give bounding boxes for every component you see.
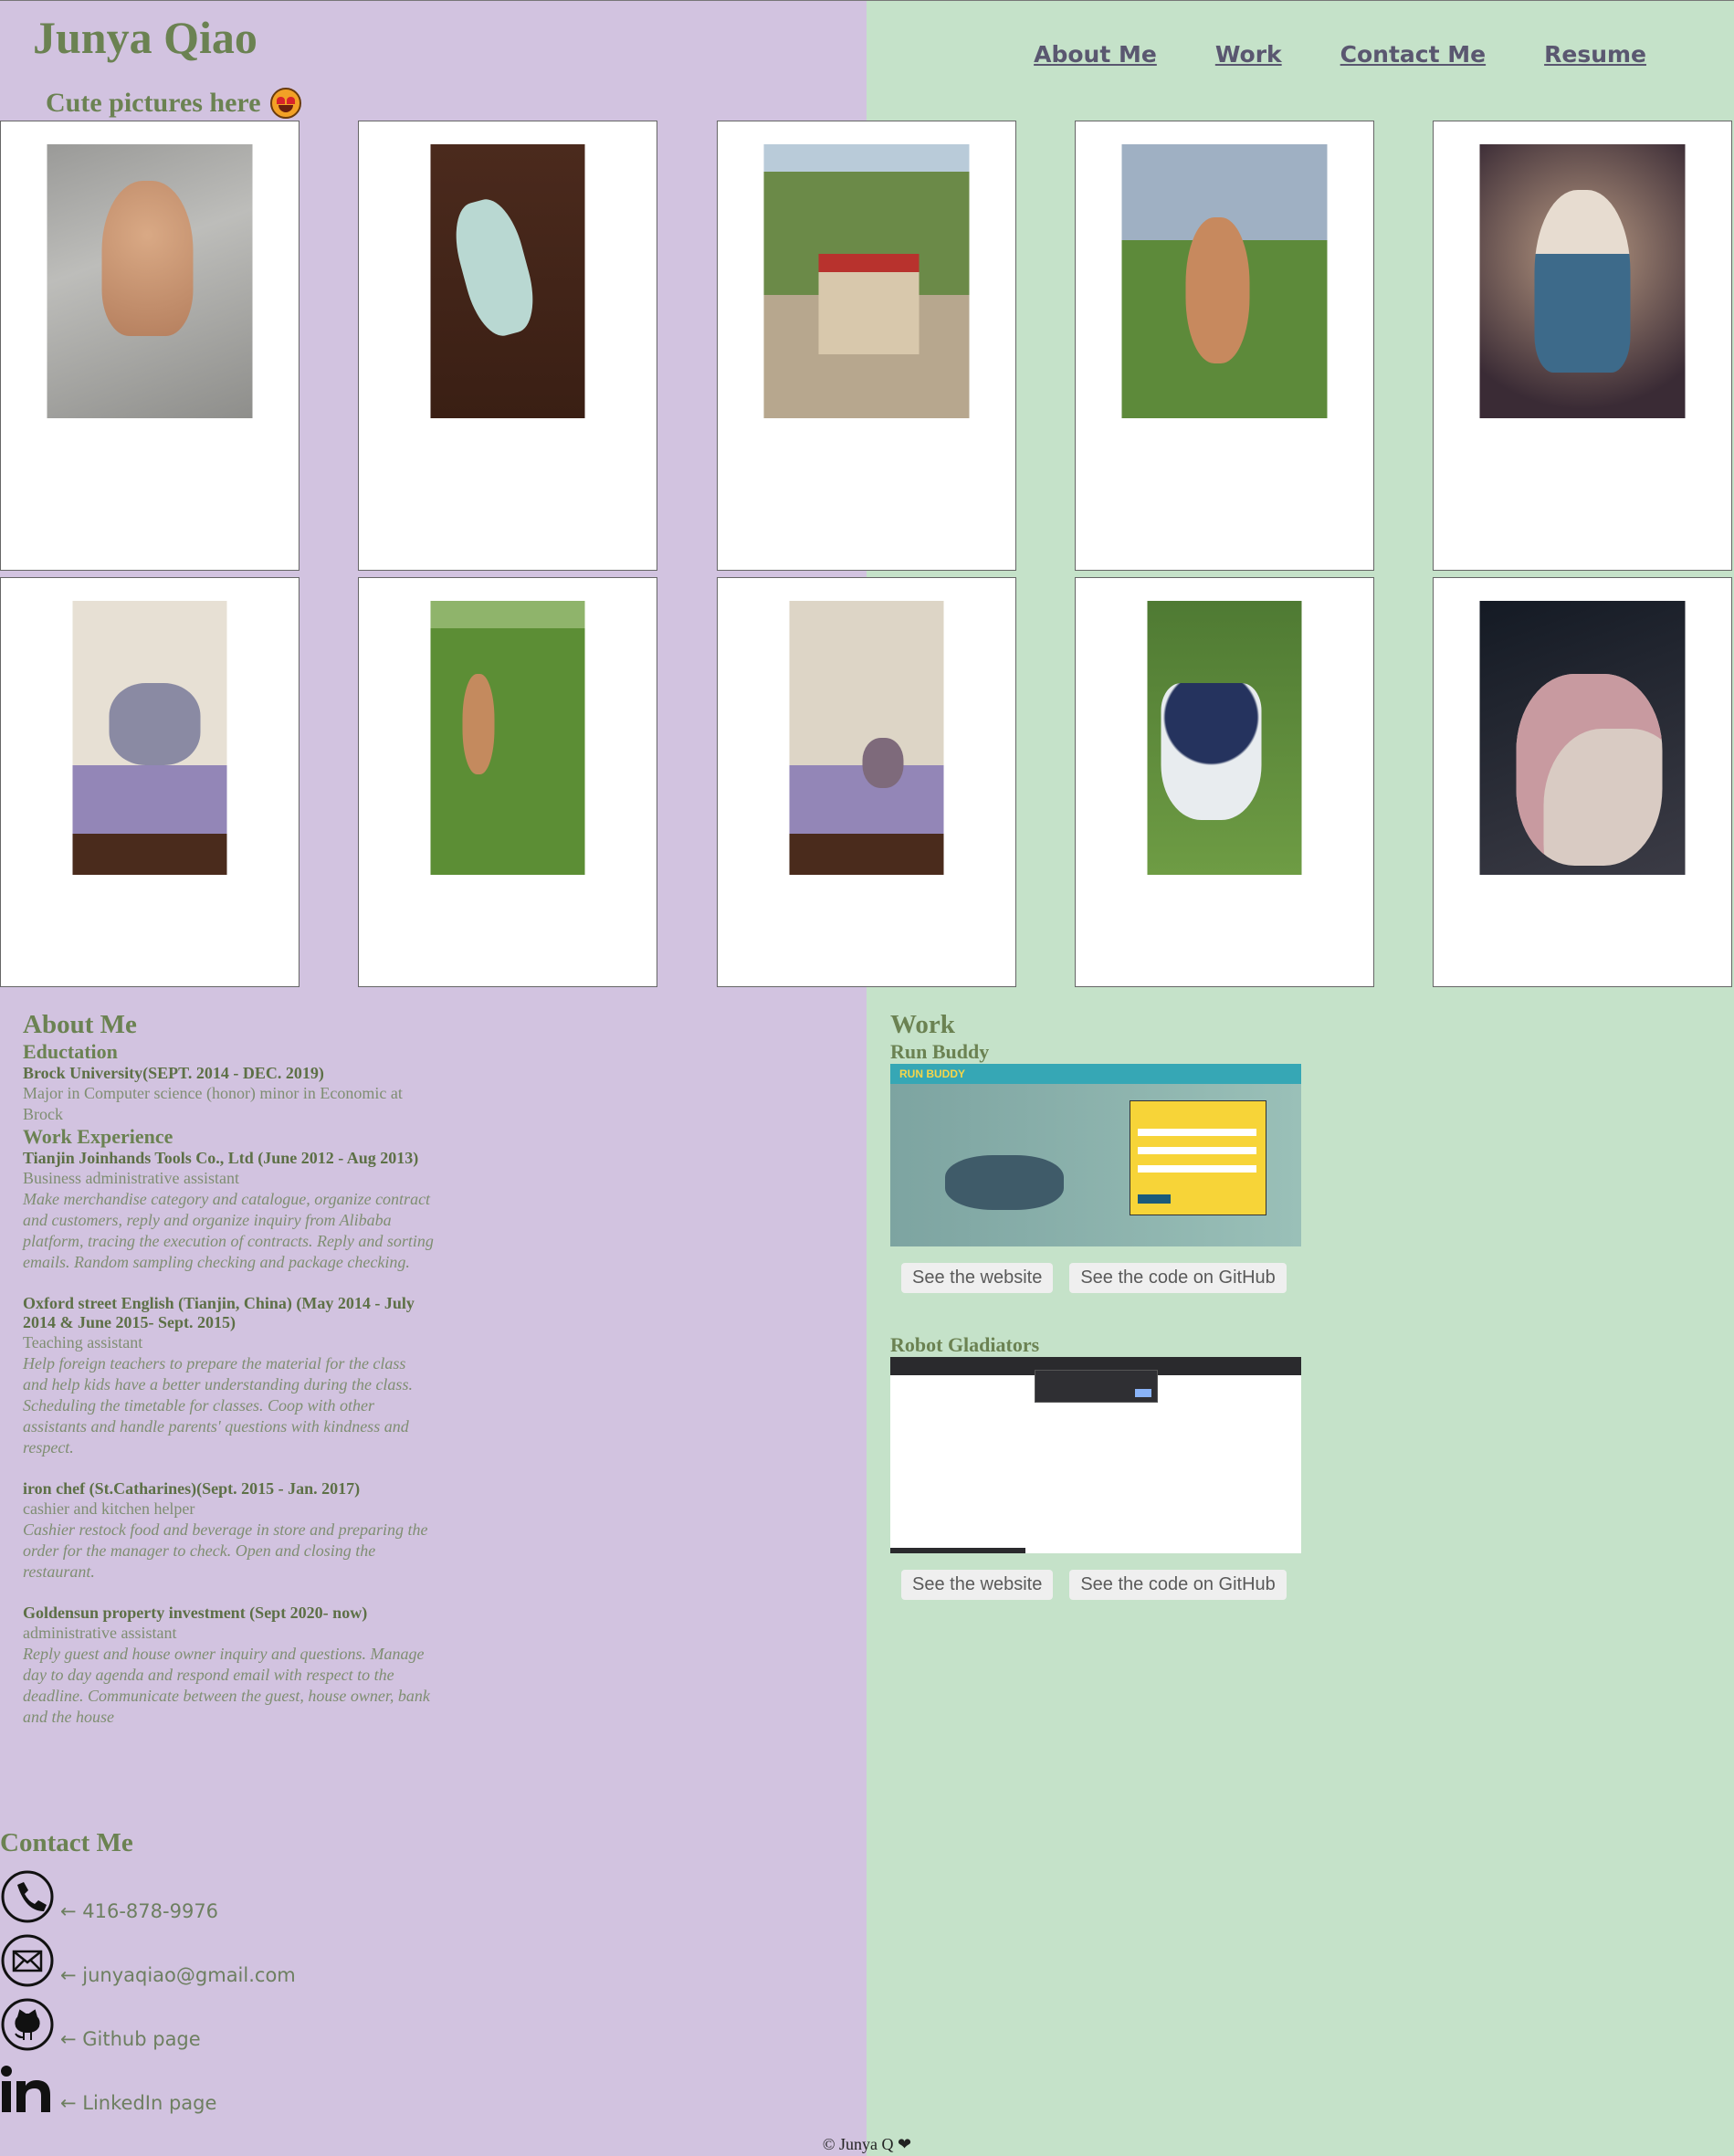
github-icon[interactable]	[0, 1997, 55, 2052]
console-bar-icon	[890, 1548, 1025, 1553]
project-title-run-buddy: Run Buddy	[890, 1040, 990, 1063]
job-role: administrative assistant	[23, 1624, 177, 1642]
job-description: Help foreign teachers to prepare the mat…	[23, 1354, 413, 1457]
gallery-card	[0, 121, 300, 571]
signup-form-preview-icon	[1130, 1100, 1266, 1215]
project-title-robot-gladiators: Robot Gladiators	[890, 1333, 1040, 1356]
nav-about-me[interactable]: About Me	[1034, 41, 1157, 68]
top-border	[0, 0, 1734, 1]
cat-sweater-photo-icon	[430, 144, 585, 418]
dog-park-photo-icon	[430, 601, 585, 875]
gallery-heading: Cute pictures here	[46, 88, 301, 119]
contact-email[interactable]: ← junyaqiao@gmail.com	[0, 1931, 365, 1988]
contact-section: Contact Me ← 416-878-9976 ← junyaqiao@gm…	[0, 1828, 365, 2123]
footer: © Junya Q ❤	[822, 2135, 912, 2153]
alert-dialog-icon	[1035, 1370, 1158, 1403]
gallery-card	[717, 577, 1016, 987]
strawberry-box-photo-icon	[763, 144, 970, 418]
run-buddy-github-button[interactable]: See the code on GitHub	[1069, 1263, 1287, 1293]
job-description: Reply guest and house owner inquiry and …	[23, 1645, 430, 1726]
hairless-cat-photo-icon	[72, 601, 227, 875]
heart-eyes-emoji-icon	[269, 88, 301, 119]
job-entry: Tianjin Joinhands Tools Co., Ltd (June 2…	[23, 1149, 434, 1273]
work-experience-heading: Work Experience	[23, 1125, 173, 1148]
job-title: Tianjin Joinhands Tools Co., Ltd (June 2…	[23, 1149, 419, 1167]
linkedin-icon[interactable]	[0, 2061, 55, 2116]
education-heading: Eductation	[23, 1040, 118, 1063]
nav-work[interactable]: Work	[1215, 41, 1282, 68]
gallery-card	[1075, 121, 1374, 571]
robot-gladiators-website-button[interactable]: See the website	[901, 1570, 1054, 1600]
job-description: Make merchandise category and catalogue,…	[23, 1190, 434, 1271]
major-text: Major in Computer science (honor) minor …	[23, 1084, 403, 1123]
job-title: Goldensun property investment (Sept 2020…	[23, 1604, 368, 1622]
gallery-heading-text: Cute pictures here	[46, 88, 261, 118]
run-buddy-website-button[interactable]: See the website	[901, 1263, 1054, 1293]
gallery-card	[1433, 577, 1732, 987]
github-text: ← Github page	[60, 2028, 201, 2050]
job-entry: Oxford street English (Tianjin, China) (…	[23, 1294, 434, 1458]
gallery-card	[1075, 577, 1374, 987]
email-text: ← junyaqiao@gmail.com	[60, 1964, 296, 1986]
contact-github[interactable]: ← Github page	[0, 1995, 365, 2052]
runner-figure-icon	[945, 1155, 1064, 1210]
poodle-photo-icon	[47, 144, 253, 418]
nav-resume[interactable]: Resume	[1544, 41, 1646, 68]
work-section: Work Run Buddy RUN BUDDY See the website…	[890, 1010, 1319, 1600]
robot-gladiators-buttons: See the website See the code on GitHub	[901, 1570, 1319, 1600]
robot-gladiators-screenshot[interactable]	[890, 1357, 1301, 1553]
run-buddy-brand: RUN BUDDY	[890, 1064, 1301, 1084]
envelope-icon[interactable]	[0, 1933, 55, 1988]
job-entry: iron chef (St.Catharines)(Sept. 2015 - J…	[23, 1479, 434, 1583]
phone-text: ← 416-878-9976	[60, 1900, 219, 1922]
gallery-card	[358, 121, 657, 571]
job-description: Cashier restock food and beverage in sto…	[23, 1520, 428, 1581]
gallery-card	[717, 121, 1016, 571]
gallery-card	[1433, 121, 1732, 571]
run-buddy-buttons: See the website See the code on GitHub	[901, 1263, 1319, 1293]
job-title: Oxford street English (Tianjin, China) (…	[23, 1294, 415, 1331]
job-role: Business administrative assistant	[23, 1169, 239, 1187]
job-role: cashier and kitchen helper	[23, 1499, 195, 1518]
contact-linkedin[interactable]: ← LinkedIn page	[0, 2059, 365, 2116]
run-buddy-screenshot[interactable]: RUN BUDDY	[890, 1064, 1301, 1246]
robot-gladiators-github-button[interactable]: See the code on GitHub	[1069, 1570, 1287, 1600]
cat-in-arms-photo-icon	[1479, 601, 1686, 875]
job-entry: Goldensun property investment (Sept 2020…	[23, 1604, 434, 1728]
site-title: Junya Qiao	[33, 12, 257, 63]
about-heading: About Me	[23, 1010, 137, 1039]
job-title: iron chef (St.Catharines)(Sept. 2015 - J…	[23, 1479, 361, 1498]
gallery-card	[358, 577, 657, 987]
job-role: Teaching assistant	[23, 1333, 143, 1351]
blueberry-bucket-photo-icon	[1147, 601, 1302, 875]
cat-corner-photo-icon	[789, 601, 944, 875]
work-heading: Work	[890, 1010, 955, 1039]
main-nav: About Me Work Contact Me Resume	[1034, 41, 1646, 68]
school-title: Brock University(SEPT. 2014 - DEC. 2019)	[23, 1064, 324, 1082]
nav-contact-me[interactable]: Contact Me	[1340, 41, 1486, 68]
about-section: About Me Eductation Brock University(SEP…	[23, 1010, 434, 1749]
cat-armor-art-icon	[1479, 144, 1686, 418]
contact-phone[interactable]: ← 416-878-9976	[0, 1867, 365, 1924]
linkedin-text: ← LinkedIn page	[60, 2092, 217, 2114]
gallery-card	[0, 577, 300, 987]
phone-icon[interactable]	[0, 1869, 55, 1924]
contact-heading: Contact Me	[0, 1828, 133, 1857]
poodle-sidewalk-photo-icon	[1121, 144, 1328, 418]
